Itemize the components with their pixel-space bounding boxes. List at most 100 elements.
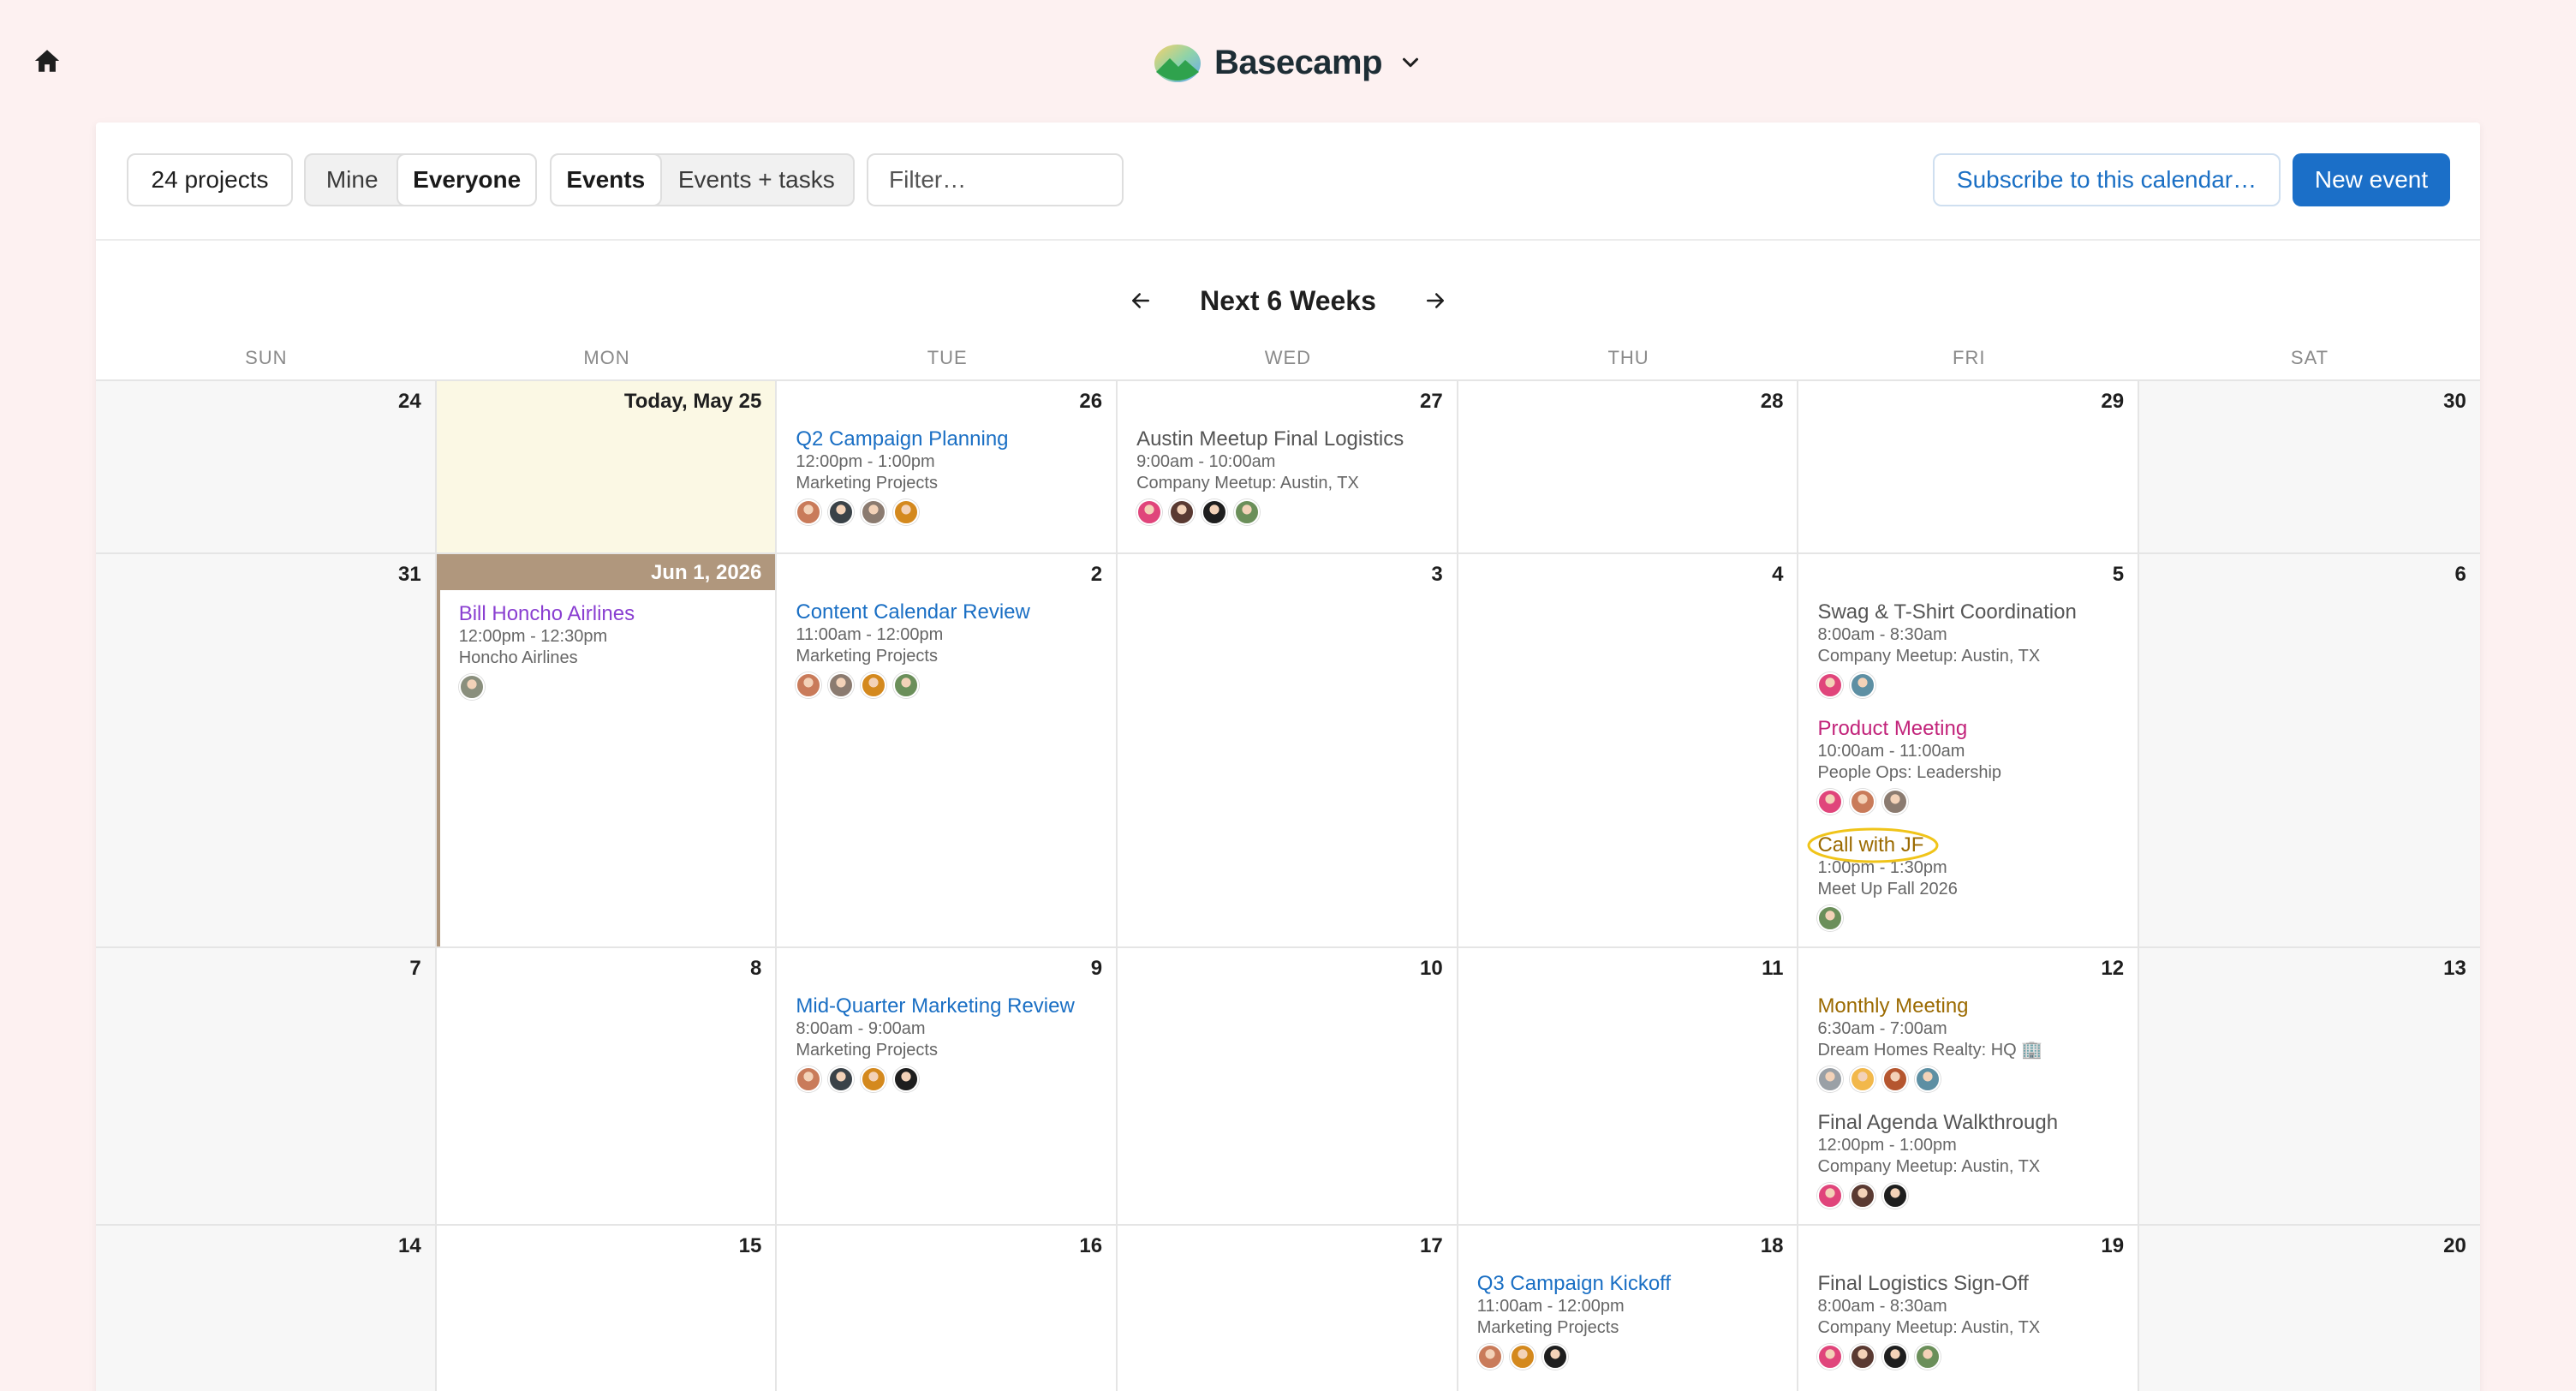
event-title[interactable]: Q3 Campaign Kickoff: [1477, 1272, 1784, 1296]
event-title[interactable]: Call with JF: [1807, 827, 2124, 863]
day-cell[interactable]: 8: [437, 948, 778, 1224]
event-title[interactable]: Monthly Meeting: [1817, 994, 2124, 1018]
avatar[interactable]: [1202, 499, 1228, 525]
avatar[interactable]: [796, 672, 822, 698]
day-cell[interactable]: 19 Final Logistics Sign-Off 8:00am - 8:30a…: [1798, 1226, 2140, 1391]
day-cell[interactable]: 13: [2139, 948, 2480, 1224]
avatar[interactable]: [1850, 1183, 1876, 1209]
calendar-event[interactable]: Product Meeting 10:00am - 11:00am People O…: [1817, 717, 2124, 815]
day-cell[interactable]: Jun 1, 2026 Bill Honcho Airlines 12:00pm -…: [436, 554, 778, 946]
event-title[interactable]: Content Calendar Review: [796, 600, 1102, 624]
calendar-event[interactable]: Bill Honcho Airlines 12:00pm - 12:30pm Hon…: [458, 602, 762, 700]
avatar[interactable]: [1817, 1344, 1844, 1370]
calendar-event[interactable]: Swag & T-Shirt Coordination 8:00am - 8:30…: [1817, 600, 2124, 698]
avatar[interactable]: [893, 1066, 920, 1092]
day-cell[interactable]: 3: [1118, 554, 1458, 946]
avatar[interactable]: [796, 1066, 822, 1092]
day-cell[interactable]: 20: [2139, 1226, 2480, 1391]
day-cell[interactable]: 12 Monthly Meeting 6:30am - 7:00am Dream Ho…: [1798, 948, 2140, 1224]
event-title[interactable]: Mid-Quarter Marketing Review: [796, 994, 1102, 1018]
day-cell[interactable]: 5 Swag & T-Shirt Coordination 8:00am - 8:3…: [1798, 554, 2140, 946]
toggle-mine[interactable]: Mine: [306, 155, 398, 205]
day-cell[interactable]: 9 Mid-Quarter Marketing Review 8:00am - 9:…: [777, 948, 1118, 1224]
event-title[interactable]: Swag & T-Shirt Coordination: [1817, 600, 2124, 624]
calendar-event[interactable]: Mid-Quarter Marketing Review 8:00am - 9:0…: [796, 994, 1102, 1092]
avatar[interactable]: [1882, 789, 1909, 815]
avatar[interactable]: [893, 499, 920, 525]
day-cell[interactable]: 11: [1458, 948, 1799, 1224]
event-title[interactable]: Final Logistics Sign-Off: [1817, 1272, 2124, 1296]
avatar[interactable]: [1169, 499, 1196, 525]
avatar[interactable]: [861, 499, 887, 525]
calendar-event[interactable]: Q3 Campaign Kickoff 11:00am - 12:00pm Mark…: [1476, 1272, 1784, 1370]
arrow-left-icon[interactable]: [1128, 288, 1154, 313]
day-cell[interactable]: 30: [2139, 381, 2480, 552]
day-cell[interactable]: 28: [1458, 381, 1799, 552]
day-cell[interactable]: Today, May 25: [436, 381, 778, 552]
avatar[interactable]: [1476, 1344, 1503, 1370]
calendar-event[interactable]: Monthly Meeting 6:30am - 7:00am Dream Home…: [1817, 994, 2124, 1092]
avatar[interactable]: [1850, 672, 1876, 698]
avatar[interactable]: [1850, 1344, 1876, 1370]
event-title[interactable]: Q2 Campaign Planning: [796, 427, 1102, 451]
filter-input[interactable]: [867, 153, 1124, 206]
avatar[interactable]: [1817, 672, 1844, 698]
day-cell[interactable]: 29: [1798, 381, 2140, 552]
day-cell[interactable]: 6: [2139, 554, 2480, 946]
toggle-everyone[interactable]: Everyone: [398, 155, 535, 205]
day-cell[interactable]: 18 Q3 Campaign Kickoff 11:00am - 12:00pm Ma…: [1458, 1226, 1799, 1391]
day-cell[interactable]: 31: [96, 554, 437, 946]
avatar[interactable]: [861, 672, 887, 698]
avatar[interactable]: [828, 672, 855, 698]
avatar[interactable]: [1882, 1066, 1909, 1092]
day-cell[interactable]: 2 Content Calendar Review 11:00am - 12:00p…: [777, 554, 1118, 946]
subscribe-button[interactable]: Subscribe to this calendar…: [1933, 153, 2281, 206]
calendar-event[interactable]: Call with JF 1:00pm - 1:30pm Meet Up Fall …: [1807, 827, 2124, 931]
avatar[interactable]: [1817, 1183, 1844, 1209]
avatar[interactable]: [1817, 1066, 1844, 1092]
day-cell[interactable]: 10: [1118, 948, 1458, 1224]
project-switcher[interactable]: Basecamp: [0, 36, 2576, 89]
day-cell[interactable]: 26 Q2 Campaign Planning 12:00pm - 1:00pm Ma…: [777, 381, 1118, 552]
projects-button[interactable]: 24 projects: [127, 153, 293, 206]
avatar[interactable]: [861, 1066, 887, 1092]
avatar[interactable]: [1882, 1344, 1909, 1370]
avatar[interactable]: [1817, 905, 1844, 931]
arrow-right-icon[interactable]: [1422, 288, 1448, 313]
event-title[interactable]: Bill Honcho Airlines: [459, 602, 762, 626]
event-title[interactable]: Austin Meetup Final Logistics: [1136, 427, 1443, 451]
avatar[interactable]: [1509, 1344, 1535, 1370]
avatar[interactable]: [458, 674, 485, 700]
toggle-events-tasks[interactable]: Events + tasks: [660, 155, 853, 205]
calendar-event[interactable]: Q2 Campaign Planning 12:00pm - 1:00pm Mark…: [796, 427, 1102, 525]
day-cell[interactable]: 17: [1118, 1226, 1458, 1391]
calendar-event[interactable]: Content Calendar Review 11:00am - 12:00pm…: [796, 600, 1102, 698]
avatar[interactable]: [1882, 1183, 1909, 1209]
day-cell[interactable]: 24: [96, 381, 437, 552]
avatar[interactable]: [1234, 499, 1261, 525]
avatar[interactable]: [1850, 1066, 1876, 1092]
toggle-events[interactable]: Events: [552, 155, 660, 205]
event-title[interactable]: Final Agenda Walkthrough: [1817, 1111, 2124, 1135]
avatar[interactable]: [1136, 499, 1163, 525]
avatar[interactable]: [893, 672, 920, 698]
avatar[interactable]: [828, 499, 855, 525]
day-cell[interactable]: 15: [437, 1226, 778, 1391]
day-cell[interactable]: 16: [777, 1226, 1118, 1391]
day-cell[interactable]: 27 Austin Meetup Final Logistics 9:00am - …: [1118, 381, 1458, 552]
new-event-button[interactable]: New event: [2293, 153, 2450, 206]
avatar[interactable]: [1541, 1344, 1568, 1370]
avatar[interactable]: [1915, 1344, 1941, 1370]
calendar-event[interactable]: Final Logistics Sign-Off 8:00am - 8:30am C…: [1817, 1272, 2124, 1370]
calendar-event[interactable]: Final Agenda Walkthrough 12:00pm - 1:00pm…: [1817, 1111, 2124, 1209]
avatar[interactable]: [1915, 1066, 1941, 1092]
day-cell[interactable]: 14: [96, 1226, 437, 1391]
day-cell[interactable]: 7: [96, 948, 437, 1224]
avatar[interactable]: [796, 499, 822, 525]
avatar[interactable]: [1817, 789, 1844, 815]
event-title[interactable]: Product Meeting: [1817, 717, 2124, 741]
avatar[interactable]: [1850, 789, 1876, 815]
calendar-event[interactable]: Austin Meetup Final Logistics 9:00am - 10…: [1136, 427, 1443, 525]
avatar[interactable]: [828, 1066, 855, 1092]
day-cell[interactable]: 4: [1458, 554, 1799, 946]
